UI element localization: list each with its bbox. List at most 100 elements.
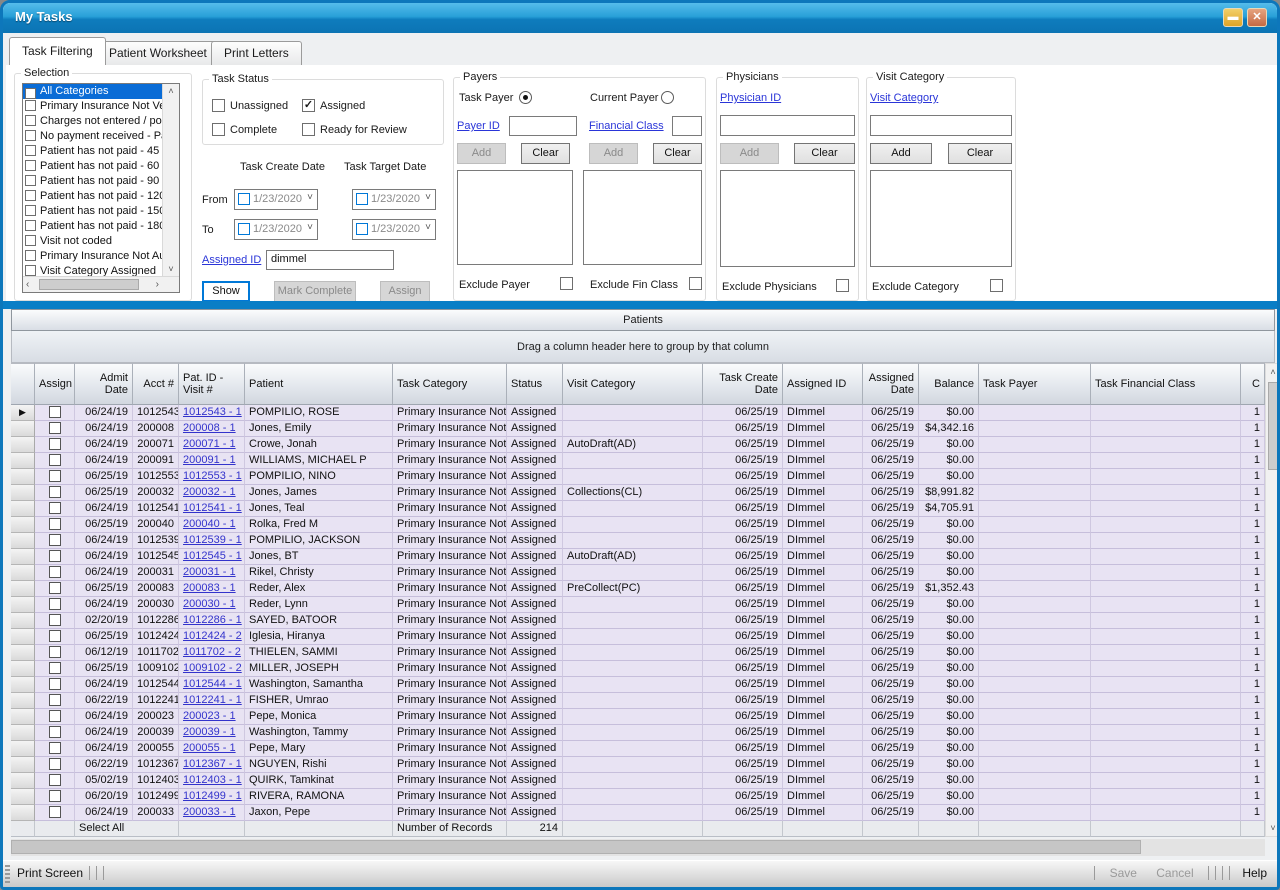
payer-id-input[interactable] — [509, 116, 577, 136]
column-header-patvisit[interactable]: Pat. ID - Visit # — [179, 363, 245, 405]
table-row[interactable]: 05/02/1910124031012403 - 1QUIRK, Tamkina… — [11, 773, 1265, 789]
selection-vertical-scrollbar[interactable]: ˄ ˅ — [162, 84, 179, 276]
selection-horizontal-scrollbar[interactable]: ‹ › — [23, 276, 179, 292]
payer-id-link[interactable]: Payer ID — [457, 120, 500, 132]
group-by-band[interactable]: Drag a column header here to group by th… — [11, 331, 1275, 363]
payer-add-button[interactable]: Add — [457, 143, 506, 164]
assign-checkbox[interactable] — [49, 806, 61, 818]
patient-visit-link[interactable]: 1012286 - 1 — [183, 614, 242, 626]
assign-checkbox[interactable] — [49, 742, 61, 754]
column-header-visitcat[interactable]: Visit Category — [563, 363, 703, 405]
selection-list-item[interactable]: Patient has not paid - 90 da — [23, 174, 163, 189]
column-header-status[interactable]: Status — [507, 363, 563, 405]
table-row[interactable]: 06/24/19200033200033 - 1Jaxon, PepePrima… — [11, 805, 1265, 821]
patient-visit-link[interactable]: 200033 - 1 — [183, 806, 236, 818]
patient-visit-link[interactable]: 1012499 - 1 — [183, 790, 242, 802]
table-row[interactable]: 06/24/19200039200039 - 1Washington, Tamm… — [11, 725, 1265, 741]
table-row[interactable]: 06/24/19200031200031 - 1Rikel, ChristyPr… — [11, 565, 1265, 581]
assign-checkbox[interactable] — [49, 614, 61, 626]
table-row[interactable]: 06/24/1910125441012544 - 1Washington, Sa… — [11, 677, 1265, 693]
cancel-button[interactable]: Cancel — [1156, 866, 1193, 880]
visit-category-add-button[interactable]: Add — [870, 143, 932, 164]
item-checkbox[interactable] — [25, 235, 36, 246]
assign-checkbox[interactable] — [49, 662, 61, 674]
item-checkbox[interactable] — [25, 265, 36, 276]
current-payer-radio[interactable] — [661, 91, 674, 104]
physician-clear-button[interactable]: Clear — [794, 143, 855, 164]
patient-visit-link[interactable]: 1012403 - 1 — [183, 774, 242, 786]
assign-checkbox[interactable] — [49, 598, 61, 610]
item-checkbox[interactable] — [25, 175, 36, 186]
scroll-thumb[interactable] — [11, 840, 1141, 854]
table-row[interactable]: 06/12/1910117021011702 - 2THIELEN, SAMMI… — [11, 645, 1265, 661]
patient-visit-link[interactable]: 200008 - 1 — [183, 422, 236, 434]
date-checkbox[interactable] — [356, 193, 368, 205]
assign-checkbox[interactable] — [49, 438, 61, 450]
finclass-add-button[interactable]: Add — [589, 143, 638, 164]
column-header-balance[interactable]: Balance — [919, 363, 979, 405]
unassigned-checkbox[interactable] — [212, 99, 225, 112]
selection-list-item[interactable]: Patient has not paid - 180+ — [23, 219, 163, 234]
assign-checkbox[interactable] — [49, 486, 61, 498]
visit-category-clear-button[interactable]: Clear — [948, 143, 1012, 164]
table-row[interactable]: ▶06/24/1910125431012543 - 1POMPILIO, ROS… — [11, 405, 1265, 421]
table-row[interactable]: 06/24/1910125391012539 - 1POMPILIO, JACK… — [11, 533, 1265, 549]
patient-visit-link[interactable]: 1011702 - 2 — [183, 646, 241, 658]
visit-category-input[interactable] — [870, 115, 1012, 136]
from-target-datepicker[interactable]: 1/23/2020 ˅ — [352, 189, 436, 210]
item-checkbox[interactable] — [25, 250, 36, 261]
table-row[interactable]: 06/24/19200008200008 - 1Jones, EmilyPrim… — [11, 421, 1265, 437]
date-checkbox[interactable] — [238, 223, 250, 235]
finclass-clear-button[interactable]: Clear — [653, 143, 702, 164]
assign-checkbox[interactable] — [49, 470, 61, 482]
patient-visit-link[interactable]: 1012541 - 1 — [183, 502, 242, 514]
grid-horizontal-scrollbar[interactable] — [11, 839, 1265, 856]
assign-checkbox[interactable] — [49, 710, 61, 722]
column-header-c[interactable]: C — [1241, 363, 1265, 405]
table-row[interactable]: 06/24/1910125411012541 - 1Jones, TealPri… — [11, 501, 1265, 517]
selection-list-item[interactable]: Visit not coded — [23, 234, 163, 249]
assign-checkbox[interactable] — [49, 726, 61, 738]
financial-class-input[interactable] — [672, 116, 702, 136]
patient-visit-link[interactable]: 1012543 - 1 — [183, 406, 242, 418]
exclude-payer-checkbox[interactable] — [560, 277, 573, 290]
selection-list-item[interactable]: Primary Insurance Not Auth — [23, 249, 163, 264]
column-header-taskfin[interactable]: Task Financial Class — [1091, 363, 1241, 405]
assign-checkbox[interactable] — [49, 678, 61, 690]
select-all-button[interactable]: Select All — [75, 821, 179, 837]
selection-list-item[interactable]: ✓All Categories — [23, 84, 163, 99]
item-checkbox[interactable] — [25, 220, 36, 231]
table-row[interactable]: 06/25/1910125531012553 - 1POMPILIO, NINO… — [11, 469, 1265, 485]
assign-checkbox[interactable] — [49, 694, 61, 706]
assigned-id-input[interactable]: dimmel — [266, 250, 394, 270]
table-row[interactable]: 02/20/1910122861012286 - 1SAYED, BATOORP… — [11, 613, 1265, 629]
patient-visit-link[interactable]: 1009102 - 2 — [183, 662, 242, 674]
patient-visit-link[interactable]: 1012367 - 1 — [183, 758, 242, 770]
table-row[interactable]: 06/25/19200040200040 - 1Rolka, Fred MPri… — [11, 517, 1265, 533]
selection-list-item[interactable]: Charges not entered / poste — [23, 114, 163, 129]
column-header-assigneddate[interactable]: Assigned Date — [863, 363, 919, 405]
visit-category-link[interactable]: Visit Category — [870, 92, 938, 104]
assign-checkbox[interactable] — [49, 566, 61, 578]
column-header-patient[interactable]: Patient — [245, 363, 393, 405]
physician-id-input[interactable] — [720, 115, 855, 136]
table-row[interactable]: 06/25/1910091021009102 - 2MILLER, JOSEPH… — [11, 661, 1265, 677]
column-header-createdate[interactable]: Task Create Date — [703, 363, 783, 405]
assign-checkbox[interactable] — [49, 630, 61, 642]
assign-checkbox[interactable] — [49, 550, 61, 562]
table-row[interactable]: 06/24/19200091200091 - 1WILLIAMS, MICHAE… — [11, 453, 1265, 469]
patient-visit-link[interactable]: 200055 - 1 — [183, 742, 236, 754]
exclude-physicians-checkbox[interactable] — [836, 279, 849, 292]
physician-id-link[interactable]: Physician ID — [720, 92, 781, 104]
table-row[interactable]: 06/25/1910124241012424 - 2Iglesia, Hiran… — [11, 629, 1265, 645]
item-checkbox[interactable]: ✓ — [25, 88, 36, 99]
item-checkbox[interactable] — [25, 115, 36, 126]
task-payer-radio[interactable] — [519, 91, 532, 104]
from-create-datepicker[interactable]: 1/23/2020 ˅ — [234, 189, 318, 210]
patient-visit-link[interactable]: 200039 - 1 — [183, 726, 236, 738]
complete-checkbox[interactable] — [212, 123, 225, 136]
column-header-taskcat[interactable]: Task Category — [393, 363, 507, 405]
assign-checkbox[interactable] — [49, 758, 61, 770]
assign-checkbox[interactable] — [49, 518, 61, 530]
assign-checkbox[interactable] — [49, 406, 61, 418]
